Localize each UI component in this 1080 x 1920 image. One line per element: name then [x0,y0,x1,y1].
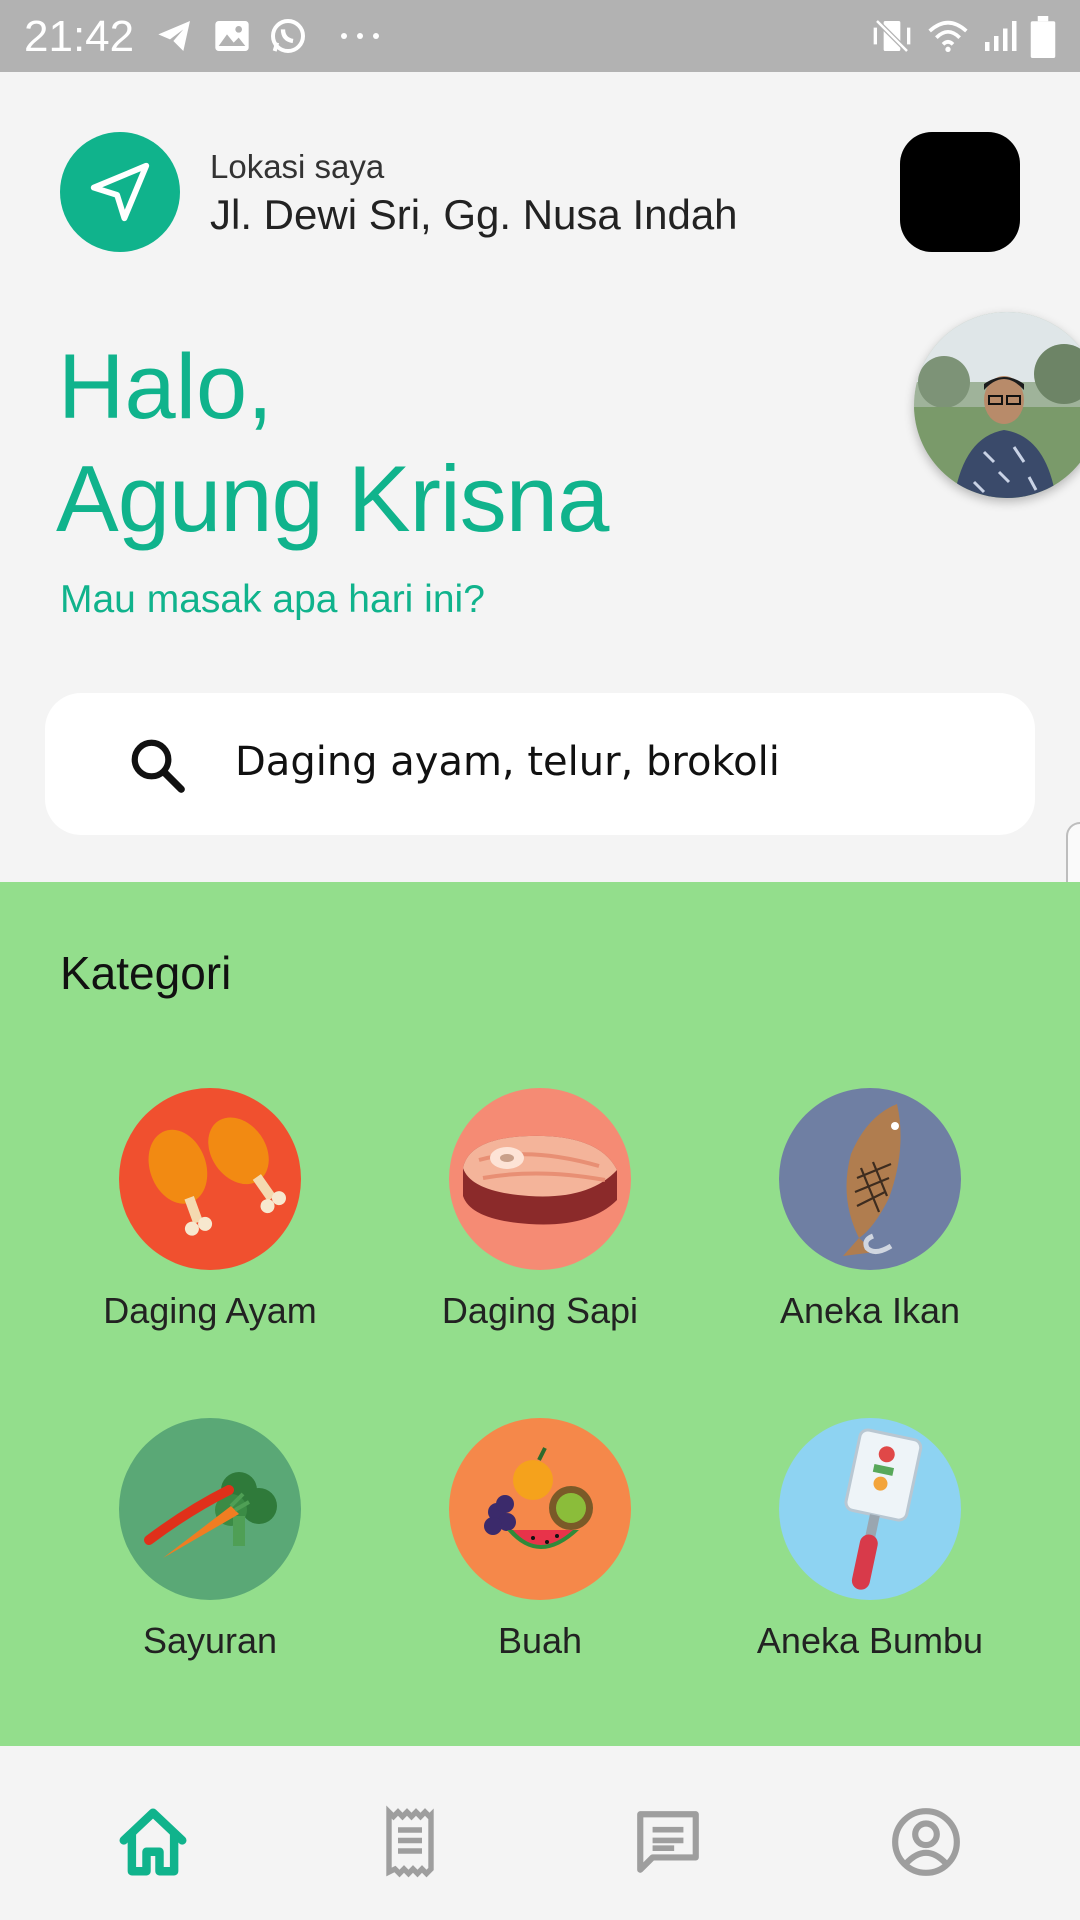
spice-spatula-icon [779,1418,961,1600]
home-icon [119,1808,187,1876]
category-label: Daging Ayam [103,1290,317,1331]
greeting-hello: Halo, [58,336,273,438]
category-label: Daging Sapi [441,1290,639,1331]
header-action-tile[interactable] [900,132,1020,252]
nav-chat[interactable] [628,1802,708,1882]
chat-icon [637,1811,699,1873]
category-label: Buah [497,1620,583,1661]
category-aneka-ikan[interactable]: Aneka Ikan [720,1088,1020,1332]
beef-steak-icon [449,1088,631,1270]
chicken-drumstick-icon [119,1088,301,1270]
bottom-navigation [0,1746,1080,1920]
location-button[interactable] [60,132,180,252]
nav-receipt[interactable] [370,1802,450,1882]
category-daging-sapi[interactable]: Daging Sapi [390,1088,690,1332]
navigation-arrow-icon [90,162,150,222]
nav-home[interactable] [113,1802,193,1882]
telegram-icon [158,21,190,51]
profile-icon [892,1808,960,1876]
greeting-name: Agung Krisna [56,446,609,551]
category-aneka-bumbu[interactable]: Aneka Bumbu [720,1418,1020,1662]
location-value[interactable]: Jl. Dewi Sri, Gg. Nusa Indah [210,191,738,239]
status-time: 21:42 [24,12,135,61]
category-title: Kategori [60,947,232,999]
category-buah[interactable]: Buah [390,1418,690,1662]
receipt-icon [386,1805,434,1878]
battery-icon [1030,16,1056,58]
nav-profile[interactable] [886,1802,966,1882]
search-input[interactable] [235,739,995,785]
fruits-icon [449,1418,631,1600]
signal-icon [985,21,1017,51]
search-bar[interactable] [45,693,1035,835]
category-label: Aneka Bumbu [756,1620,984,1661]
status-bar: 21:42 [0,0,1080,72]
fish-icon [779,1088,961,1270]
vegetables-icon [119,1418,301,1600]
category-sayuran[interactable]: Sayuran [60,1418,360,1662]
location-label: Lokasi saya [210,148,385,185]
wifi-icon [928,20,968,52]
greeting-subtitle: Mau masak apa hari ini? [60,578,485,621]
gallery-icon [215,21,249,51]
category-label: Sayuran [142,1620,278,1661]
search-icon [131,739,185,793]
more-notifications-icon [341,33,379,39]
category-daging-ayam[interactable]: Daging Ayam [60,1088,360,1332]
vibrate-mute-icon [873,19,911,53]
category-label: Aneka Ikan [779,1290,961,1331]
whatsapp-icon [271,19,305,53]
user-avatar[interactable] [914,312,1080,498]
